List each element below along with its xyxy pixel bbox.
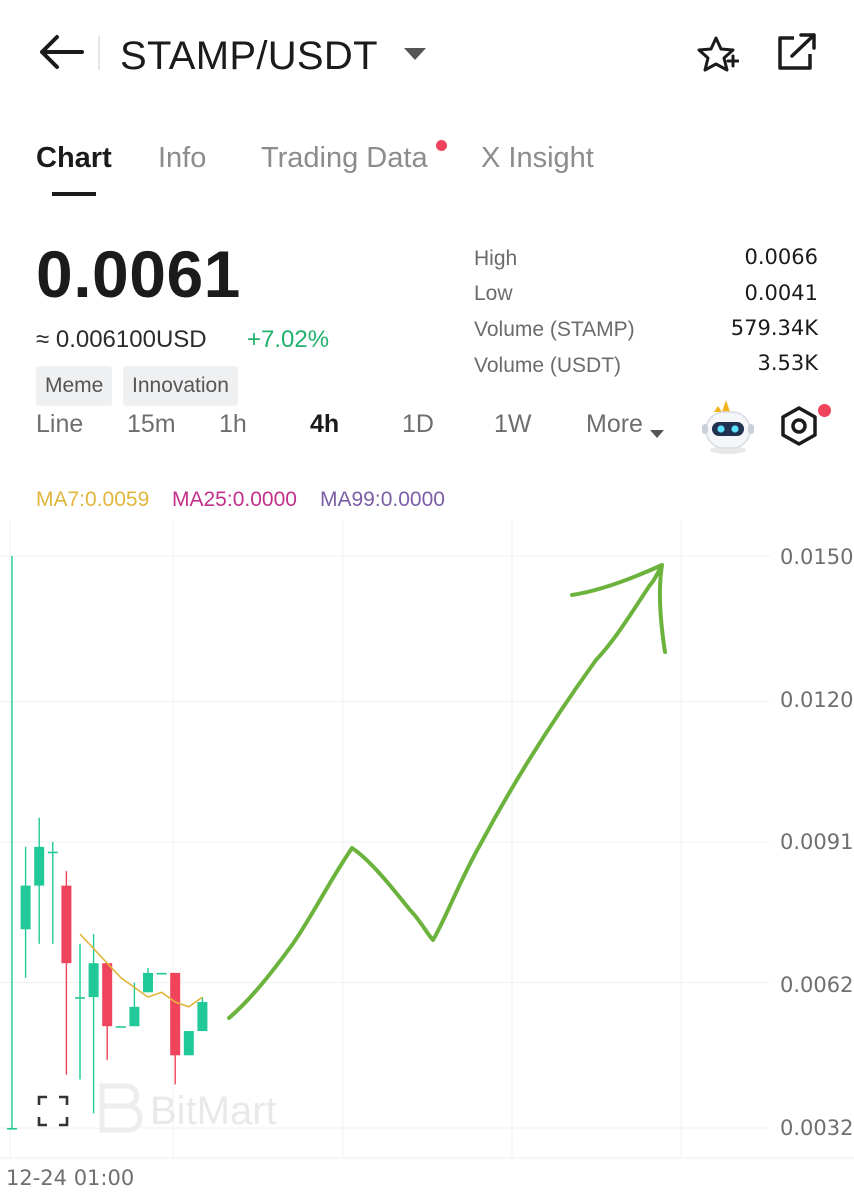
candle-body	[61, 885, 72, 964]
y-tick-label: 0.0062	[780, 973, 854, 997]
chart-settings-icon[interactable]	[778, 404, 820, 448]
candle-body	[34, 846, 45, 886]
stat-volume-quote-label: Volume (USDT)	[474, 354, 622, 377]
y-tick-label: 0.0032	[780, 1116, 854, 1140]
share-external-icon[interactable]	[776, 32, 818, 72]
settings-notification-dot	[818, 404, 831, 417]
candle-body	[47, 851, 58, 854]
candle-body	[20, 885, 31, 930]
header: STAMP/USDT	[0, 0, 854, 110]
pair-title[interactable]: STAMP/USDT	[120, 34, 378, 79]
candle-body	[143, 972, 153, 993]
stat-high-value: 0.0066	[744, 245, 818, 269]
y-tick-label: 0.0120	[780, 688, 854, 712]
chart-grid	[0, 520, 854, 1159]
candle-body	[197, 1001, 208, 1032]
stat-high-label: High	[474, 247, 518, 270]
y-tick-label: 0.0150	[780, 545, 854, 569]
candle-body	[129, 1006, 140, 1027]
chevron-down-icon[interactable]	[403, 46, 427, 62]
notification-dot	[436, 140, 447, 151]
tag-meme[interactable]: Meme	[36, 366, 113, 406]
stat-low-value: 0.0041	[744, 281, 818, 305]
tab-active-indicator	[52, 192, 96, 196]
tab-chart[interactable]: Chart	[36, 142, 112, 175]
tab-trading-data[interactable]: Trading Data	[261, 142, 428, 175]
robot-assistant-icon[interactable]	[700, 398, 756, 456]
interval-1w[interactable]: 1W	[494, 410, 532, 439]
hand-drawn-arrow	[227, 563, 667, 1020]
candle-body	[102, 963, 113, 1027]
candle-body	[115, 1026, 126, 1028]
x-tick-label: 12-24 01:00	[6, 1166, 135, 1190]
tab-info[interactable]: Info	[158, 142, 206, 175]
stat-volume-base-value: 579.34K	[730, 316, 818, 340]
back-arrow-icon[interactable]	[36, 30, 88, 74]
price-change-percent: +7.02%	[247, 326, 330, 353]
interval-15m[interactable]: 15m	[127, 410, 176, 439]
bitmart-watermark-logo: BitMart	[96, 1080, 316, 1136]
favorite-star-icon[interactable]	[697, 34, 740, 74]
stat-low-label: Low	[474, 282, 513, 305]
header-divider	[98, 36, 100, 70]
tag-innovation[interactable]: Innovation	[123, 366, 238, 406]
usd-equivalent: ≈ 0.006100USD	[36, 326, 207, 353]
candle-body	[183, 1031, 194, 1056]
tab-x-insight[interactable]: X Insight	[481, 142, 594, 175]
candle-body	[88, 963, 99, 998]
candle-body	[7, 1128, 17, 1130]
candle-body	[75, 997, 85, 999]
stat-volume-base-label: Volume (STAMP)	[474, 318, 635, 341]
interval-1d[interactable]: 1D	[402, 410, 434, 439]
interval-1h[interactable]: 1h	[219, 410, 247, 439]
interval-4h[interactable]: 4h	[310, 410, 339, 439]
y-tick-label: 0.0091	[780, 830, 854, 854]
tab-bar: Chart Info Trading Data X Insight	[0, 130, 854, 200]
candle-series	[7, 556, 208, 1130]
candle-body	[156, 972, 167, 975]
more-caret-icon[interactable]	[650, 426, 664, 438]
stat-volume-quote-value: 3.53K	[757, 351, 818, 375]
last-price: 0.0061	[36, 237, 241, 311]
candle-body	[170, 972, 181, 1056]
fullscreen-icon[interactable]	[36, 1094, 70, 1128]
interval-line[interactable]: Line	[36, 410, 83, 439]
interval-more[interactable]: More	[586, 410, 643, 439]
watermark-text: BitMart	[150, 1089, 277, 1133]
